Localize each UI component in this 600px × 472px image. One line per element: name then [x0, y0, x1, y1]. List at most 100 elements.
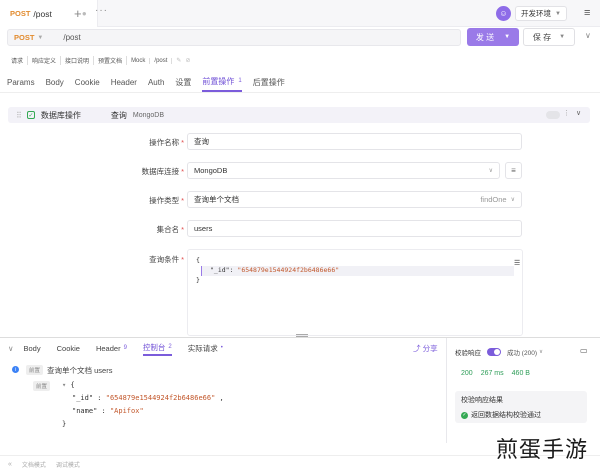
tab-auth[interactable]: Auth [148, 72, 164, 92]
drag-handle-icon[interactable]: ⠿ [16, 111, 22, 120]
link-icon[interactable]: ⊘ [185, 57, 190, 64]
tab-actual-request[interactable]: 实际请求 • [188, 340, 223, 356]
op-type-select[interactable]: 查询单个文档 findOne ∨ [187, 191, 522, 208]
crumb-item[interactable]: 预置文档 [94, 56, 128, 65]
editor-menu-icon[interactable]: ☰ [514, 259, 520, 267]
console-tag: 前置 [26, 365, 44, 375]
json-line: "_id" : "654879e1544924f2b6486e66" , [72, 394, 224, 402]
request-tab[interactable]: POST /post ● [0, 0, 98, 27]
tab-body[interactable]: Body [46, 72, 64, 92]
method-select[interactable]: POST [14, 33, 34, 42]
pre-op-db: MongoDB [132, 111, 164, 119]
op-name-label: 操作名称 * [149, 138, 184, 147]
response-size: 460 B [511, 370, 530, 377]
console-json: ▾ { "_id" : "654879e1544924f2b6486e66" ,… [62, 379, 224, 431]
share-button[interactable]: ⤴ 分享 [413, 343, 438, 354]
validation-text: 返回数据结构校验通过 [471, 412, 541, 419]
enable-toggle[interactable] [546, 111, 560, 119]
doc-mode-button[interactable]: 文档模式 [22, 460, 46, 469]
edit-icon[interactable]: ✎ [176, 57, 181, 64]
chevron-down-icon[interactable]: ∨ [576, 109, 581, 117]
collapse-icon[interactable]: ∨ [8, 340, 14, 356]
tab-label: Params [7, 77, 35, 87]
more-options-icon[interactable]: ∨ [585, 31, 591, 40]
response-time: 267 ms [480, 370, 504, 377]
more-tabs-icon[interactable]: ··· [95, 5, 108, 16]
add-tab-icon[interactable]: + [74, 6, 82, 21]
save-button[interactable]: 保 存 ▼ [523, 28, 575, 46]
chevron-down-icon[interactable]: ∨ [539, 349, 543, 355]
send-label: 发 送 [475, 32, 495, 42]
chevron-down-icon[interactable]: ▼ [559, 34, 565, 40]
pre-op-header[interactable]: ⠿ ✓ 数据库操作 查询 MongoDB [8, 107, 590, 123]
tab-label: Cookie [56, 343, 80, 353]
console-text: 查询单个文档 users [47, 365, 113, 375]
db-conn-select[interactable]: MongoDB ∨ [187, 162, 500, 179]
console-line: 前置 查询单个文档 users [20, 364, 112, 376]
chevron-down-icon[interactable]: ▼ [504, 34, 510, 40]
tab-resp-cookie[interactable]: Cookie [57, 340, 80, 356]
env-icon[interactable]: ☺ [496, 6, 511, 21]
watermark: 煎蛋手游 [496, 438, 589, 463]
db-conn-label: 数据库连接 * [141, 167, 184, 176]
chevron-down-icon: ▼ [555, 10, 561, 17]
tab-console[interactable]: 控制台 2 [142, 340, 172, 356]
tab-count: 2 [168, 344, 172, 350]
tab-params[interactable]: Params [7, 72, 35, 92]
code-line: "_id": "654879e1544924f2b6486e66" [201, 266, 514, 276]
environment-select[interactable]: 开发环境 ▼ [515, 6, 567, 21]
divider [0, 92, 600, 93]
crumb-item[interactable]: Mock [127, 57, 151, 64]
validate-toggle[interactable] [487, 348, 501, 356]
environment-name: 开发环境 [521, 9, 551, 18]
breadcrumb: 请求 响应定义 接口说明 预置文档 Mock /post ✎ ⊘ [7, 55, 190, 66]
checkbox-icon[interactable]: ✓ [26, 111, 35, 119]
tab-post-ops[interactable]: 后置操作 [253, 72, 285, 92]
pre-op-action: 查询 [110, 110, 127, 120]
tab-label: 控制台 [142, 342, 166, 352]
op-type-label: 操作类型 * [149, 196, 184, 205]
more-icon[interactable]: ⋮ [563, 109, 570, 117]
op-name-input[interactable]: 查询 [187, 133, 522, 150]
console-tag: 前置 [33, 381, 51, 391]
db-settings-icon[interactable]: ≡ [505, 162, 522, 179]
tab-cookie[interactable]: Cookie [75, 72, 100, 92]
layout-icon[interactable]: ▭ [580, 346, 588, 355]
chevron-down-icon: ▼ [37, 34, 44, 41]
tab-dot: • [220, 345, 223, 351]
crumb-item[interactable]: /post [150, 57, 173, 64]
tab-pre-ops[interactable]: 前置操作 1 [202, 72, 242, 92]
chevron-down-icon: ∨ [488, 168, 493, 174]
op-name-value: 查询 [194, 137, 209, 146]
validate-label: 校验响应 [455, 350, 481, 357]
crumb-item[interactable]: 接口说明 [61, 56, 95, 65]
url-input[interactable]: /post [63, 33, 80, 42]
tab-resp-body[interactable]: Body [24, 340, 41, 356]
tab-settings[interactable]: 设置 [175, 72, 191, 92]
collection-value: users [194, 224, 213, 233]
debug-mode-button[interactable]: 调试模式 [56, 460, 80, 469]
crumb-item[interactable]: 响应定义 [28, 56, 62, 65]
tab-label: 设置 [175, 77, 192, 87]
chevron-down-icon: ∨ [510, 197, 515, 203]
collection-input[interactable]: users [187, 220, 522, 237]
collapse-sidebar-icon[interactable]: « [8, 461, 12, 468]
check-circle-icon: ✓ [461, 411, 468, 419]
crumb-item[interactable]: 请求 [7, 56, 29, 65]
op-type-value: 查询单个文档 [194, 195, 239, 204]
info-icon: i [12, 366, 19, 373]
tab-header[interactable]: Header [111, 72, 137, 92]
tab-resp-header[interactable]: Header 9 [96, 340, 127, 356]
url-bar[interactable]: POST ▼ /post [7, 29, 461, 46]
validation-ok: ✓ 返回数据结构校验通过 [461, 410, 581, 420]
code-line: } [196, 276, 200, 284]
menu-icon[interactable]: ≡ [584, 7, 590, 19]
divider [0, 337, 600, 338]
tab-name: /post [33, 8, 52, 19]
tab-label: Header [95, 343, 121, 353]
status-badge: 成功 (200) [507, 350, 537, 357]
query-editor[interactable]: { "_id": "654879e1544924f2b6486e66" } [187, 249, 523, 336]
save-label: 保 存 [532, 32, 552, 42]
send-button[interactable]: 发 送 ▼ [467, 28, 519, 46]
tab-method: POST [10, 9, 31, 18]
